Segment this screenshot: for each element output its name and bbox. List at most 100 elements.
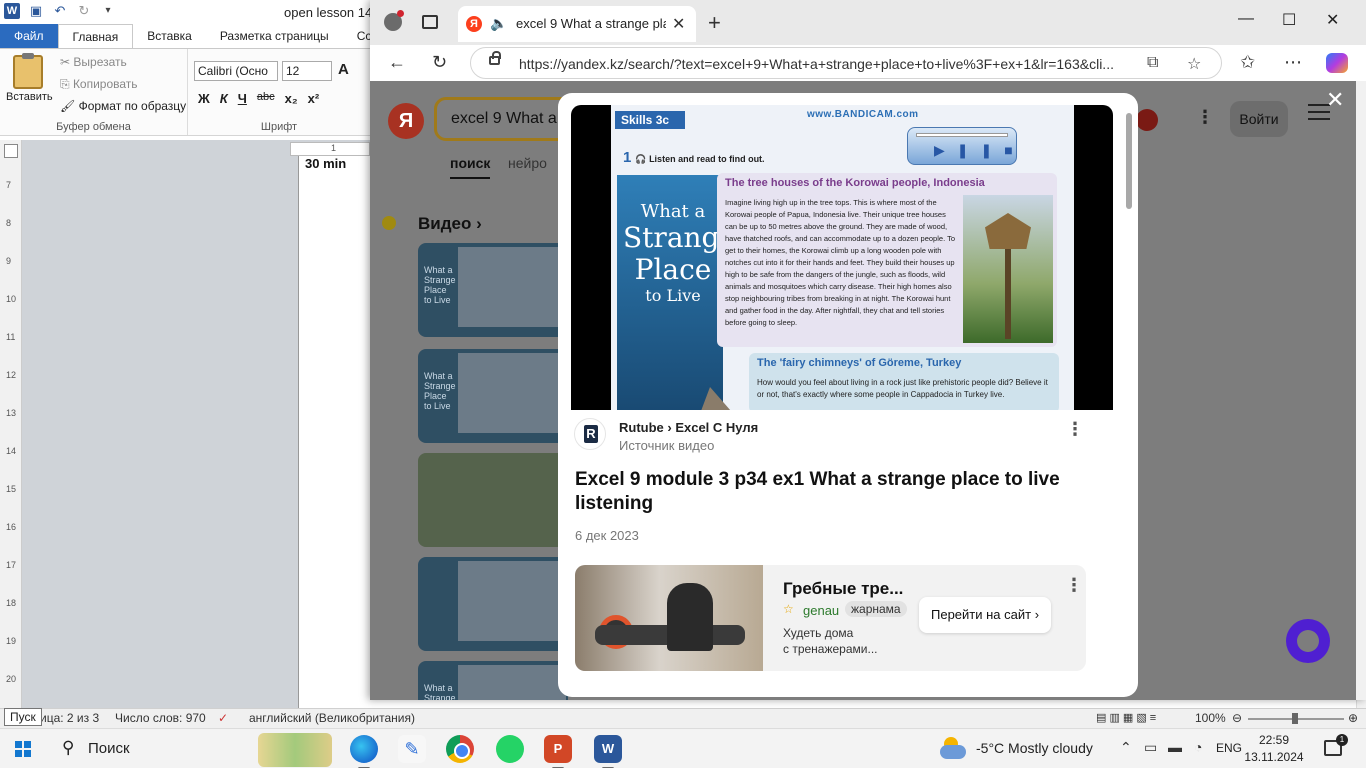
- video-thumbnail[interactable]: What aStrangePlace: [418, 661, 568, 700]
- underline-button[interactable]: Ч: [238, 91, 247, 106]
- zoom-out-icon[interactable]: ⊖: [1232, 711, 1242, 725]
- copilot-icon[interactable]: [1326, 53, 1348, 73]
- favorite-star-icon[interactable]: ☆: [1187, 54, 1201, 74]
- video-thumbnail[interactable]: What a Strange Place to Live: [418, 243, 568, 337]
- alice-assistant-icon[interactable]: [1286, 619, 1330, 663]
- app-taskbar-icon[interactable]: ✎: [398, 735, 426, 763]
- ad-more-icon[interactable]: ⋮: [1065, 575, 1083, 596]
- proofing-icon[interactable]: ✓: [218, 711, 228, 725]
- grow-font-button[interactable]: A: [338, 61, 349, 78]
- strikethrough-button[interactable]: abc: [257, 91, 275, 106]
- word-count[interactable]: Число слов: 970: [115, 711, 206, 725]
- word-taskbar-icon[interactable]: W: [594, 735, 622, 768]
- more-vertical-icon[interactable]: ⋮: [1196, 107, 1214, 128]
- tab-actions-icon[interactable]: [422, 15, 438, 29]
- login-button[interactable]: Войти: [1230, 101, 1288, 137]
- customize-qat-icon[interactable]: ▾: [100, 3, 116, 19]
- app-available-icon[interactable]: ⧉: [1147, 54, 1158, 72]
- language-indicator[interactable]: английский (Великобритания): [249, 711, 415, 725]
- copy-button[interactable]: ⎘ Копировать: [60, 77, 138, 92]
- search-highlight-image[interactable]: [258, 733, 332, 767]
- ad-visit-button[interactable]: Перейти на сайт ›: [919, 597, 1052, 633]
- lock-icon[interactable]: [489, 51, 501, 65]
- page-scrollbar[interactable]: [1356, 81, 1366, 700]
- cut-button[interactable]: ✂ Вырезать: [60, 55, 127, 69]
- close-window-icon[interactable]: ✕: [1326, 10, 1339, 30]
- video-thumbnail[interactable]: [418, 453, 568, 547]
- back-icon[interactable]: ←: [388, 52, 406, 73]
- ad-title[interactable]: Гребные тре...: [783, 579, 903, 599]
- language-indicator[interactable]: ENG: [1216, 741, 1242, 755]
- windows-start-icon[interactable]: [15, 741, 31, 757]
- battery-icon[interactable]: ▬: [1168, 739, 1182, 755]
- ad-image[interactable]: [575, 565, 763, 671]
- tab-file[interactable]: Файл: [0, 24, 58, 48]
- tab-selector[interactable]: [4, 144, 18, 158]
- ad-card[interactable]: Гребные тре... ☆ genau жарнама Худеть до…: [575, 565, 1086, 671]
- new-tab-icon[interactable]: +: [708, 10, 721, 36]
- speaker-icon[interactable]: 🔈: [490, 15, 507, 32]
- tab-neuro[interactable]: нейро: [508, 155, 547, 171]
- page-counter[interactable]: ица: 2 из 3: [40, 711, 99, 725]
- close-modal-icon[interactable]: ✕: [1326, 87, 1344, 113]
- address-bar[interactable]: https://yandex.kz/search/?text=excel+9+W…: [470, 47, 1222, 79]
- article-goreme: The 'fairy chimneys' of Göreme, Turkey H…: [749, 353, 1059, 410]
- powerpoint-taskbar-icon[interactable]: P: [544, 735, 572, 768]
- notification-icon[interactable]: 1: [1324, 734, 1348, 756]
- format-painter-button[interactable]: 🖌 Формат по образцу: [60, 99, 186, 113]
- bold-button[interactable]: Ж: [198, 91, 210, 106]
- tab-home[interactable]: Главная: [57, 24, 134, 48]
- tab-page-layout[interactable]: Разметка страницы: [206, 24, 343, 48]
- view-mode-icons[interactable]: ▤ ▥ ▦ ▧ ≡: [1096, 711, 1156, 724]
- close-tab-icon[interactable]: ✕: [672, 14, 685, 34]
- tab-insert[interactable]: Вставка: [133, 24, 206, 48]
- ad-domain[interactable]: genau: [803, 603, 839, 618]
- save-icon[interactable]: ▣: [28, 3, 44, 19]
- italic-button[interactable]: К: [220, 91, 228, 106]
- tab-search[interactable]: поиск: [450, 155, 491, 179]
- weather-icon[interactable]: [940, 737, 966, 759]
- modal-scrollbar[interactable]: [1126, 113, 1132, 209]
- rutube-logo[interactable]: [574, 418, 606, 450]
- exercise-instruction: 1 🎧 Listen and read to find out.: [623, 149, 765, 166]
- source-name[interactable]: Rutube › Excel С Нуля: [619, 420, 758, 435]
- redo-icon[interactable]: ↻: [76, 3, 92, 19]
- superscript-button[interactable]: x²: [308, 91, 320, 106]
- edge-taskbar-icon[interactable]: [350, 735, 378, 768]
- settings-more-icon[interactable]: ⋯: [1284, 52, 1302, 73]
- clock[interactable]: 22:59 13.11.2024: [1244, 732, 1304, 766]
- weather-text[interactable]: -5°C Mostly cloudy: [976, 740, 1093, 756]
- ruler-number: 20: [6, 674, 17, 684]
- format-painter-label: Формат по образцу: [78, 99, 187, 113]
- video-thumbnail[interactable]: What a Strange Place to Live: [418, 349, 568, 443]
- device-icon[interactable]: ▭: [1144, 739, 1157, 756]
- font-size-select[interactable]: 12: [282, 61, 332, 81]
- zoom-in-icon[interactable]: ⊕: [1348, 711, 1358, 725]
- video-thumbnail[interactable]: [418, 557, 568, 651]
- subscript-button[interactable]: x₂: [285, 91, 298, 106]
- maximize-icon[interactable]: ☐: [1282, 10, 1296, 30]
- refresh-icon[interactable]: ↻: [432, 52, 447, 73]
- browser-tab[interactable]: Я 🔈 excel 9 What a strange place ✕: [458, 6, 696, 42]
- document-page[interactable]: [298, 156, 378, 708]
- minimize-icon[interactable]: —: [1238, 10, 1254, 28]
- video-player[interactable]: Skills 3c www.BANDICAM.com ▶❚❚■ 1 🎧 Liste…: [571, 105, 1113, 410]
- zoom-level[interactable]: 100%: [1195, 711, 1226, 725]
- tray-chevron-icon[interactable]: ⌃: [1120, 739, 1132, 756]
- whatsapp-taskbar-icon[interactable]: [496, 735, 524, 763]
- zoom-slider-thumb[interactable]: [1292, 713, 1298, 724]
- chrome-taskbar-icon[interactable]: [446, 735, 474, 763]
- search-label: Поиск: [88, 740, 130, 757]
- yandex-plus-icon[interactable]: [1136, 109, 1158, 131]
- more-options-icon[interactable]: ⋮: [1066, 419, 1084, 440]
- url-text[interactable]: https://yandex.kz/search/?text=excel+9+W…: [519, 56, 1139, 72]
- yandex-logo[interactable]: Я: [388, 103, 424, 139]
- source-subtitle: Источник видео: [619, 438, 715, 453]
- favorites-icon[interactable]: ✩: [1240, 52, 1255, 73]
- font-family-select[interactable]: Calibri (Осно: [194, 61, 278, 81]
- paste-button[interactable]: Вставить: [6, 53, 53, 103]
- undo-icon[interactable]: ↶: [52, 3, 68, 19]
- wifi-icon[interactable]: ◔: [1194, 739, 1202, 755]
- video-title[interactable]: Excel 9 module 3 p34 ex1 What a strange …: [575, 468, 1105, 516]
- video-heading[interactable]: Видео ›: [418, 214, 482, 234]
